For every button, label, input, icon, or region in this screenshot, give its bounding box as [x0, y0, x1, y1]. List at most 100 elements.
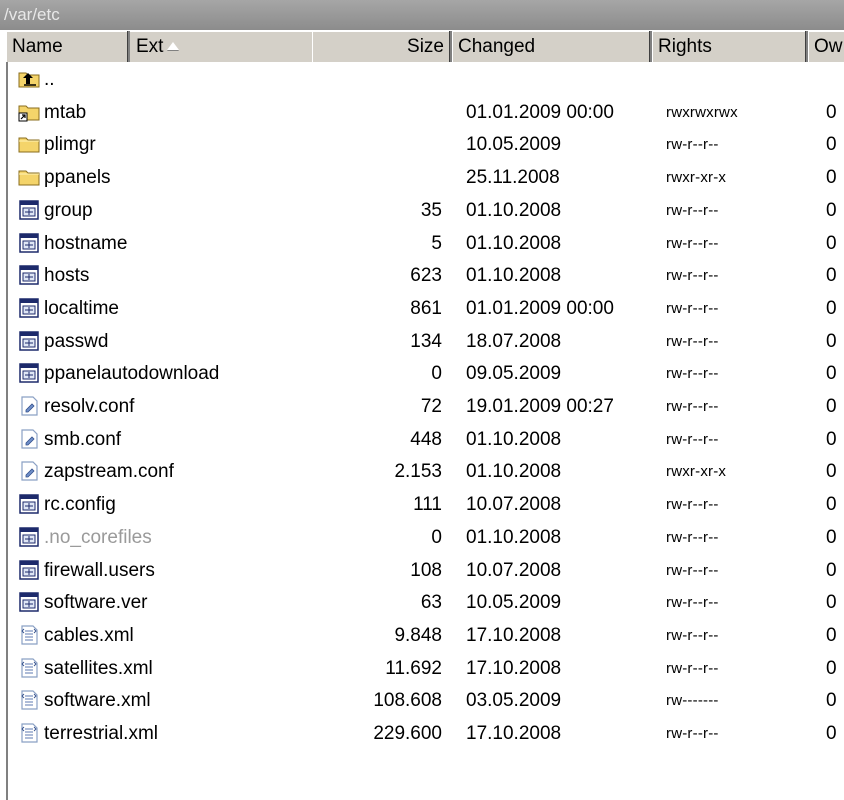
- binary-file-icon: [18, 265, 40, 285]
- file-size: 229.600: [373, 723, 442, 744]
- file-changed: 10.05.2009: [466, 134, 562, 156]
- file-size: 2.153: [394, 461, 442, 483]
- file-owner: 0: [826, 363, 837, 385]
- file-name: rc.config: [44, 494, 116, 516]
- folder-icon: [18, 167, 40, 187]
- binary-file-icon: [18, 233, 40, 253]
- folder-icon: [18, 134, 40, 154]
- file-changed: 25.11.2008: [466, 167, 560, 189]
- config-file-icon: [18, 461, 40, 481]
- file-owner: 0: [826, 330, 837, 352]
- file-list: .. mtab 01.01.2009 00:00 rwxrwxrwx 0 plimgr 10…: [6, 62, 844, 800]
- file-rights: rw-r--r--: [666, 365, 719, 383]
- file-row[interactable]: ppanelautodownload 0 09.05.2009 rw-r--r-- 0: [8, 358, 844, 390]
- file-size: 35: [420, 199, 442, 221]
- file-name: cables.xml: [44, 624, 134, 646]
- file-size: 134: [410, 330, 442, 352]
- file-owner: 0: [826, 232, 837, 254]
- config-file-icon: [18, 396, 40, 416]
- file-name: software.xml: [44, 690, 151, 712]
- file-rights: rw-r--r--: [666, 234, 719, 252]
- folder-link-icon: [18, 102, 40, 122]
- column-header-size[interactable]: Size: [312, 31, 452, 62]
- file-owner: 0: [826, 297, 837, 319]
- binary-file-icon: [18, 560, 40, 580]
- parent-folder-icon: [18, 69, 40, 89]
- file-row[interactable]: zapstream.conf 2.153 01.10.2008 rwxr-xr-x 0: [8, 456, 844, 488]
- file-row[interactable]: group 35 01.10.2008 rw-r--r-- 0: [8, 195, 844, 227]
- file-rights: rw-r--r--: [666, 430, 719, 448]
- file-size: 9.848: [394, 624, 442, 646]
- column-header-ext[interactable]: Ext: [130, 31, 312, 62]
- file-row[interactable]: hostname 5 01.10.2008 rw-r--r-- 0: [8, 228, 844, 260]
- folder-row[interactable]: mtab 01.01.2009 00:00 rwxrwxrwx 0: [8, 97, 844, 129]
- file-changed: 17.10.2008: [466, 624, 562, 646]
- file-name: firewall.users: [44, 559, 155, 581]
- file-owner: 0: [826, 592, 837, 614]
- file-changed: 10.05.2009: [466, 592, 562, 614]
- current-path: /var/etc: [4, 5, 60, 24]
- file-row[interactable]: cables.xml 9.848 17.10.2008 rw-r--r-- 0: [8, 620, 844, 652]
- file-row[interactable]: smb.conf 448 01.10.2008 rw-r--r-- 0: [8, 424, 844, 456]
- file-row[interactable]: .no_corefiles 0 01.10.2008 rw-r--r-- 0: [8, 522, 844, 554]
- file-changed: 01.10.2008: [466, 265, 562, 287]
- file-changed: 01.10.2008: [466, 526, 562, 548]
- file-rights: rw-r--r--: [666, 561, 719, 579]
- file-rights: rw-r--r--: [666, 725, 719, 742]
- folder-row[interactable]: ppanels 25.11.2008 rwxr-xr-x 0: [8, 162, 844, 194]
- file-name: software.ver: [44, 592, 148, 614]
- folder-row[interactable]: ..: [8, 64, 844, 96]
- file-owner: 0: [826, 723, 837, 744]
- file-changed: 01.10.2008: [466, 232, 562, 254]
- file-row[interactable]: localtime 861 01.01.2009 00:00 rw-r--r-- 0: [8, 293, 844, 325]
- file-size: 108: [410, 559, 442, 581]
- file-name: passwd: [44, 330, 109, 352]
- file-row[interactable]: satellites.xml 11.692 17.10.2008 rw-r--r-- 0: [8, 653, 844, 685]
- file-row[interactable]: terrestrial.xml 229.600 17.10.2008 rw-r--r-…: [8, 718, 844, 750]
- column-header: Name Ext Size Changed Rights Ow: [6, 30, 844, 62]
- column-header-changed[interactable]: Changed: [452, 31, 652, 62]
- file-owner: 0: [826, 167, 837, 189]
- file-rights: rw-r--r--: [666, 626, 719, 644]
- file-name: localtime: [44, 297, 119, 319]
- file-name: ppanels: [44, 167, 111, 189]
- binary-file-icon: [18, 494, 40, 514]
- column-header-rights[interactable]: Rights: [652, 31, 808, 62]
- xml-file-icon: [18, 690, 40, 710]
- file-name: ppanelautodownload: [44, 363, 220, 385]
- folder-row[interactable]: plimgr 10.05.2009 rw-r--r-- 0: [8, 129, 844, 161]
- file-row[interactable]: software.xml 108.608 03.05.2009 rw------- 0: [8, 685, 844, 717]
- sort-ascending-icon: [167, 42, 180, 50]
- file-rights: rw-r--r--: [666, 398, 719, 415]
- file-rights: rw-r--r--: [666, 267, 719, 285]
- file-owner: 0: [826, 494, 837, 516]
- file-row[interactable]: rc.config 111 10.07.2008 rw-r--r-- 0: [8, 489, 844, 521]
- binary-file-icon: [18, 527, 40, 547]
- file-size: 72: [420, 396, 442, 417]
- column-size-label: Size: [407, 36, 444, 57]
- file-name: hostname: [44, 232, 128, 254]
- file-name: terrestrial.xml: [44, 723, 159, 744]
- column-owner-label: Ow: [814, 36, 843, 57]
- xml-file-icon: [18, 625, 40, 645]
- binary-file-icon: [18, 363, 40, 383]
- file-name: ..: [44, 69, 55, 90]
- file-row[interactable]: firewall.users 108 10.07.2008 rw-r--r-- 0: [8, 555, 844, 587]
- binary-file-icon: [18, 592, 40, 612]
- file-row[interactable]: passwd 134 18.07.2008 rw-r--r-- 0: [8, 326, 844, 358]
- file-row[interactable]: resolv.conf 72 19.01.2009 00:27 rw-r--r-- 0: [8, 391, 844, 423]
- file-row[interactable]: software.ver 63 10.05.2009 rw-r--r-- 0: [8, 587, 844, 619]
- file-name: resolv.conf: [44, 396, 135, 417]
- column-name-label: Name: [12, 36, 63, 57]
- file-rights: rw-r--r--: [666, 594, 719, 612]
- binary-file-icon: [18, 200, 40, 220]
- file-changed: 01.01.2009 00:00: [466, 297, 614, 319]
- file-row[interactable]: hosts 623 01.10.2008 rw-r--r-- 0: [8, 260, 844, 292]
- file-rights: rwxr-xr-x: [666, 463, 727, 481]
- file-size: 0: [431, 526, 442, 548]
- column-header-owner[interactable]: Ow: [808, 31, 844, 62]
- file-rights: rw-r--r--: [666, 528, 719, 546]
- file-name: smb.conf: [44, 428, 122, 450]
- file-changed: 19.01.2009 00:27: [466, 396, 614, 417]
- column-header-name[interactable]: Name: [6, 31, 130, 62]
